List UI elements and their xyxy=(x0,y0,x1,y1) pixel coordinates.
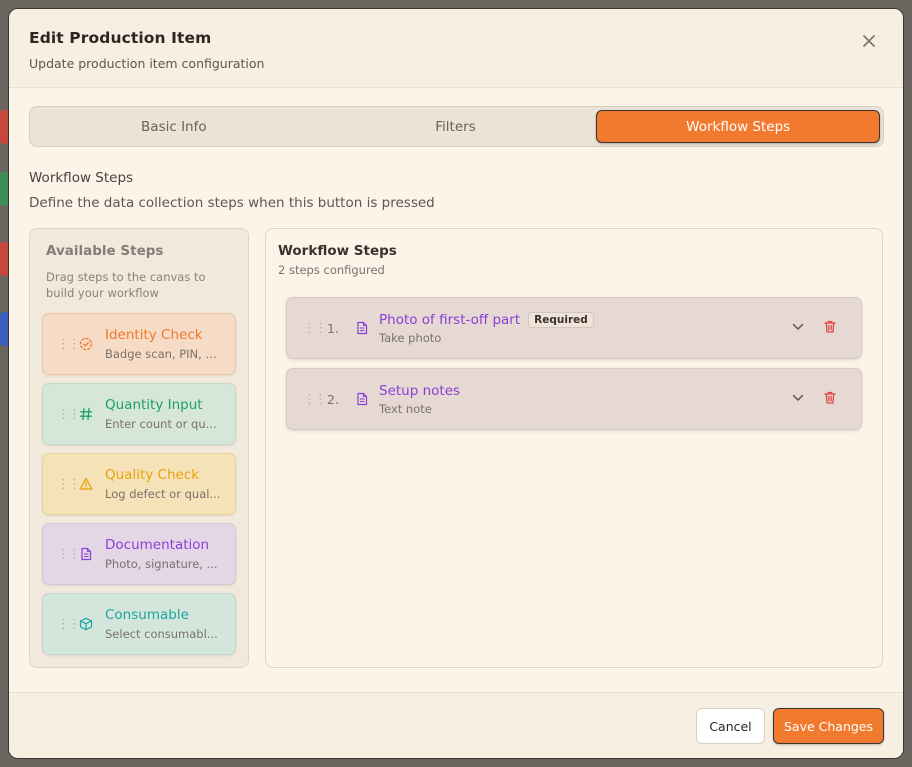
tab-filters[interactable]: Filters xyxy=(315,110,597,143)
workflow-step-item[interactable]: ⋮⋮ 2. Setup notes Text note xyxy=(286,368,862,430)
step-card-documentation[interactable]: ⋮⋮ Documentation Photo, signature, ... xyxy=(42,523,236,585)
step-label: Photo of first-off part xyxy=(379,311,521,328)
canvas-title: Workflow Steps xyxy=(278,243,397,259)
step-label: Setup notes xyxy=(379,382,461,399)
step-card-identity-check[interactable]: ⋮⋮ Identity Check Badge scan, PIN, or... xyxy=(42,313,236,375)
chevron-down-icon[interactable] xyxy=(791,319,805,338)
drag-handle-icon[interactable]: ⋮⋮ xyxy=(57,618,81,631)
step-card-consumable[interactable]: ⋮⋮ Consumable Select consumabl... xyxy=(42,593,236,655)
trash-icon[interactable] xyxy=(823,319,837,338)
cancel-button[interactable]: Cancel xyxy=(696,708,765,744)
step-card-label: Quality Check xyxy=(105,467,200,483)
box-icon xyxy=(79,617,103,631)
close-icon xyxy=(863,35,875,47)
required-badge: Required xyxy=(528,311,594,328)
step-number: 1. xyxy=(327,320,339,336)
edit-production-item-modal: Edit Production Item Update production i… xyxy=(8,8,904,759)
file-text-icon xyxy=(79,547,103,561)
drag-handle-icon[interactable]: ⋮⋮ xyxy=(57,478,81,491)
step-card-description: Log defect or qual... xyxy=(105,487,221,501)
step-card-description: Badge scan, PIN, or... xyxy=(105,347,223,361)
step-type: Text note xyxy=(379,401,432,416)
steps-configured-count: 2 steps configured xyxy=(278,263,385,277)
hash-icon xyxy=(79,407,103,421)
step-card-label: Documentation xyxy=(105,537,210,553)
tab-workflow-steps[interactable]: Workflow Steps xyxy=(596,110,881,143)
modal-footer: Cancel Save Changes xyxy=(9,692,903,758)
drag-handle-icon[interactable]: ⋮⋮ xyxy=(57,408,81,421)
modal-header: Edit Production Item Update production i… xyxy=(9,9,903,88)
step-card-label: Identity Check xyxy=(105,327,203,343)
close-button[interactable] xyxy=(859,31,879,51)
available-steps-title: Available Steps xyxy=(46,243,164,259)
file-text-icon xyxy=(355,321,377,335)
step-type: Take photo xyxy=(379,330,442,345)
workflow-canvas[interactable]: Workflow Steps 2 steps configured ⋮⋮ 1. … xyxy=(265,228,883,668)
drag-handle-icon[interactable]: ⋮⋮ xyxy=(303,393,327,406)
alert-triangle-icon xyxy=(79,477,103,491)
step-number: 2. xyxy=(327,391,339,407)
available-steps-hint: Drag steps to the canvas to build your w… xyxy=(46,270,206,300)
chevron-down-icon[interactable] xyxy=(791,390,805,409)
drag-handle-icon[interactable]: ⋮⋮ xyxy=(57,338,81,351)
tab-basic-info[interactable]: Basic Info xyxy=(33,110,315,143)
trash-icon[interactable] xyxy=(823,390,837,409)
step-card-quantity-input[interactable]: ⋮⋮ Quantity Input Enter count or qu... xyxy=(42,383,236,445)
drag-handle-icon[interactable]: ⋮⋮ xyxy=(57,548,81,561)
section-title: Workflow Steps xyxy=(29,170,134,186)
step-card-description: Photo, signature, ... xyxy=(105,557,218,571)
step-card-label: Consumable xyxy=(105,607,189,623)
modal-title: Edit Production Item xyxy=(29,29,212,47)
available-steps-panel: Available Steps Drag steps to the canvas… xyxy=(29,228,249,668)
step-card-quality-check[interactable]: ⋮⋮ Quality Check Log defect or qual... xyxy=(42,453,236,515)
step-card-label: Quantity Input xyxy=(105,397,203,413)
workflow-step-list: ⋮⋮ 1. Photo of first-off part Required T… xyxy=(278,297,870,430)
save-changes-button[interactable]: Save Changes xyxy=(773,708,884,744)
drag-handle-icon[interactable]: ⋮⋮ xyxy=(303,322,327,335)
section-description: Define the data collection steps when th… xyxy=(29,195,435,211)
modal-subtitle: Update production item configuration xyxy=(29,56,265,71)
workflow-step-item[interactable]: ⋮⋮ 1. Photo of first-off part Required T… xyxy=(286,297,862,359)
file-text-icon xyxy=(355,392,377,406)
badge-check-icon xyxy=(79,337,103,351)
step-card-description: Select consumabl... xyxy=(105,627,218,641)
step-card-description: Enter count or qu... xyxy=(105,417,217,431)
tab-bar: Basic Info Filters Workflow Steps xyxy=(29,106,884,147)
